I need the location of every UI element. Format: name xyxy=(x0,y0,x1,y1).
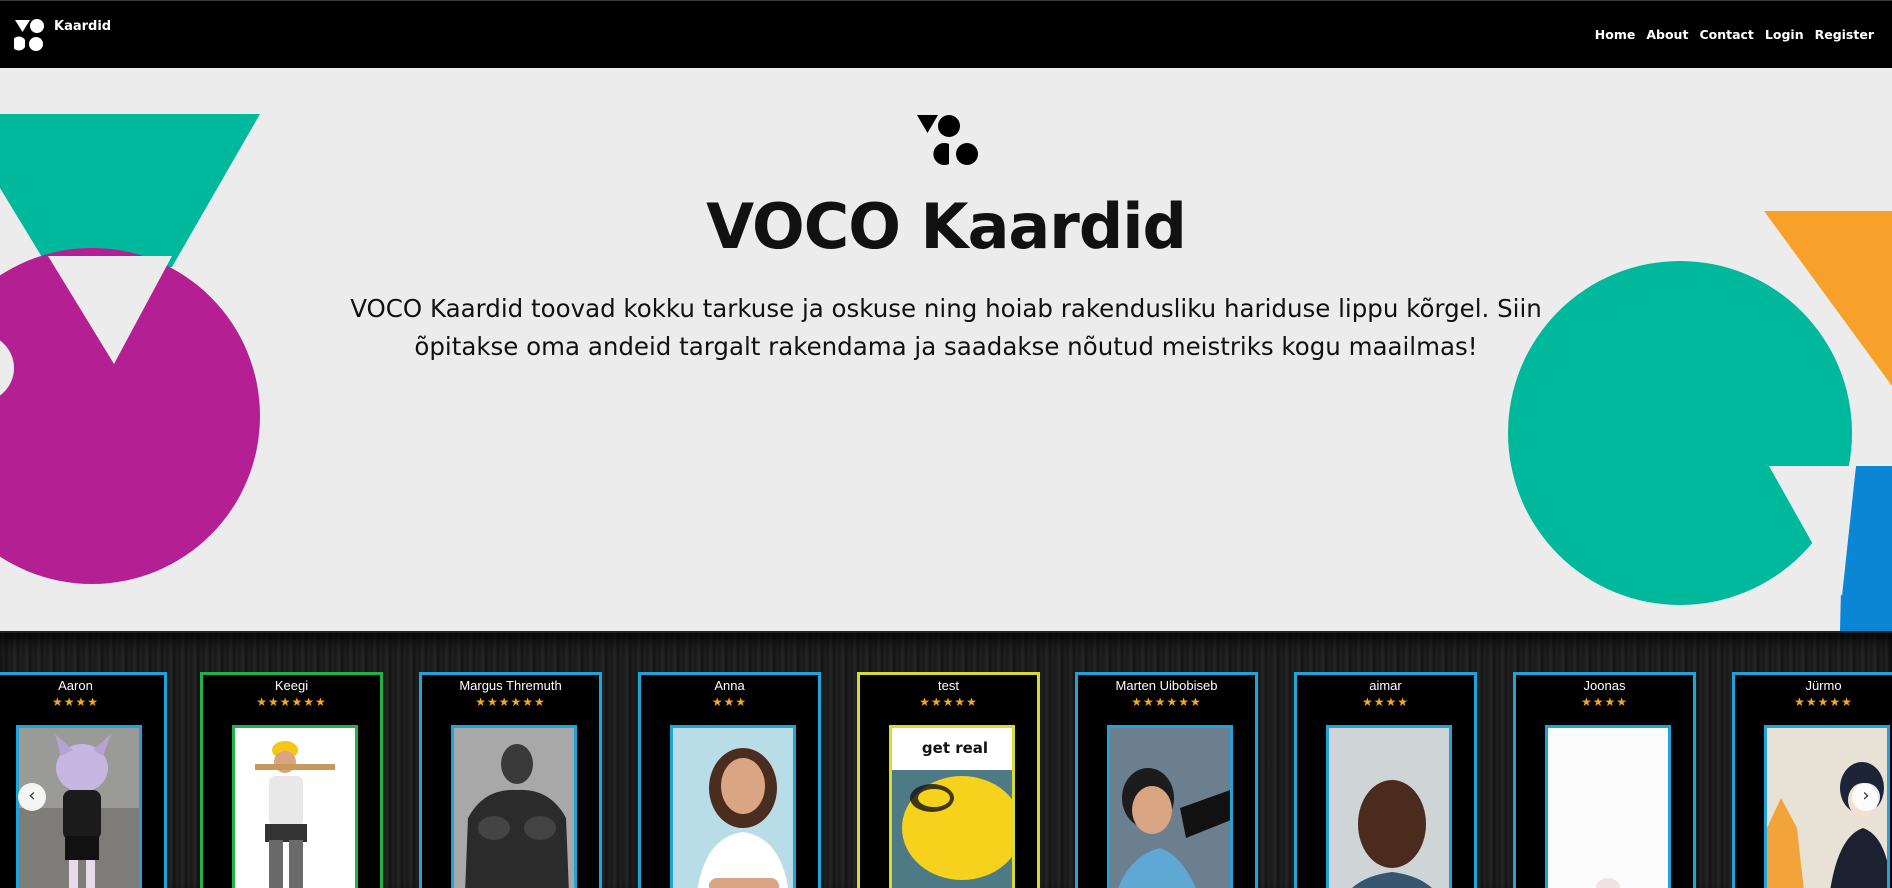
card-stars: ★★★★ xyxy=(51,695,100,709)
card-photo xyxy=(232,725,358,888)
card-keegi[interactable]: Keegi ★★★★★★ xyxy=(200,672,383,888)
card-name: Aaron xyxy=(58,678,93,693)
nav-register[interactable]: Register xyxy=(1815,27,1874,42)
card-photo: get real xyxy=(889,725,1015,888)
card-name: Anna xyxy=(714,678,745,693)
card-carousel: Aaron ★★★★ Keegi ★★★★★★ Margus Thremuth … xyxy=(0,631,1892,888)
card-name: Marten Uibobiseb xyxy=(1115,678,1218,693)
card-anna[interactable]: Anna ★★★ xyxy=(638,672,821,888)
card-jurmo[interactable]: Jürmo ★★★★★ xyxy=(1732,672,1892,888)
avatar xyxy=(673,728,793,888)
avatar xyxy=(454,728,574,888)
avatar: get real xyxy=(892,728,1012,888)
hero-section: VOCO Kaardid VOCO Kaardid toovad kokku t… xyxy=(0,68,1892,631)
card-stars: ★★★★★ xyxy=(919,695,978,709)
card-aaron[interactable]: Aaron ★★★★ xyxy=(0,672,167,888)
card-stars: ★★★★★ xyxy=(1794,695,1853,709)
avatar xyxy=(235,728,355,888)
card-marten-uibobiseb[interactable]: Marten Uibobiseb ★★★★★★ xyxy=(1075,672,1258,888)
avatar xyxy=(1110,728,1230,888)
card-photo xyxy=(1326,725,1452,888)
card-name: test xyxy=(938,678,959,693)
card-name: Keegi xyxy=(274,678,309,693)
hero-description: VOCO Kaardid toovad kokku tarkuse ja osk… xyxy=(350,294,1542,361)
voco-hero-logo-icon xyxy=(917,115,978,165)
voco-logo-icon xyxy=(14,19,44,51)
nav-contact[interactable]: Contact xyxy=(1699,27,1753,42)
photo-caption: get real xyxy=(922,739,988,757)
card-photo xyxy=(451,725,577,888)
chevron-right-icon: › xyxy=(1862,785,1870,806)
card-joonas[interactable]: Joonas ★★★★ xyxy=(1513,672,1696,888)
card-name: Jürmo xyxy=(1805,678,1842,693)
navbar: Kaardid Home About Contact Login Registe… xyxy=(0,0,1892,68)
card-photo xyxy=(1107,725,1233,888)
chevron-left-icon: ‹ xyxy=(28,785,36,806)
card-name: Joonas xyxy=(1583,678,1626,693)
card-stars: ★★★★★★ xyxy=(1131,695,1202,709)
nav-home[interactable]: Home xyxy=(1595,27,1636,42)
card-photo xyxy=(670,725,796,888)
card-stars: ★★★ xyxy=(711,695,748,709)
nav-links: Home About Contact Login Register xyxy=(1584,27,1874,42)
card-stars: ★★★★ xyxy=(1580,695,1629,709)
card-name: aimar xyxy=(1369,678,1402,693)
carousel-prev-button[interactable]: ‹ xyxy=(18,783,46,811)
brand-name: Kaardid xyxy=(54,19,112,34)
card-stars: ★★★★★★ xyxy=(256,695,327,709)
nav-login[interactable]: Login xyxy=(1765,27,1804,42)
card-test[interactable]: test ★★★★★ get real xyxy=(857,672,1040,888)
card-name: Margus Thremuth xyxy=(459,678,562,693)
card-stars: ★★★★★★ xyxy=(475,695,546,709)
avatar xyxy=(1548,728,1668,888)
page-title: VOCO Kaardid xyxy=(706,190,1187,263)
brand-logo[interactable]: Kaardid xyxy=(14,17,112,57)
avatar xyxy=(1329,728,1449,888)
card-margus-thremuth[interactable]: Margus Thremuth ★★★★★★ xyxy=(419,672,602,888)
carousel-next-button[interactable]: › xyxy=(1852,783,1880,811)
card-aimar[interactable]: aimar ★★★★ xyxy=(1294,672,1477,888)
nav-about[interactable]: About xyxy=(1646,27,1688,42)
card-photo xyxy=(1545,725,1671,888)
card-stars: ★★★★ xyxy=(1361,695,1410,709)
